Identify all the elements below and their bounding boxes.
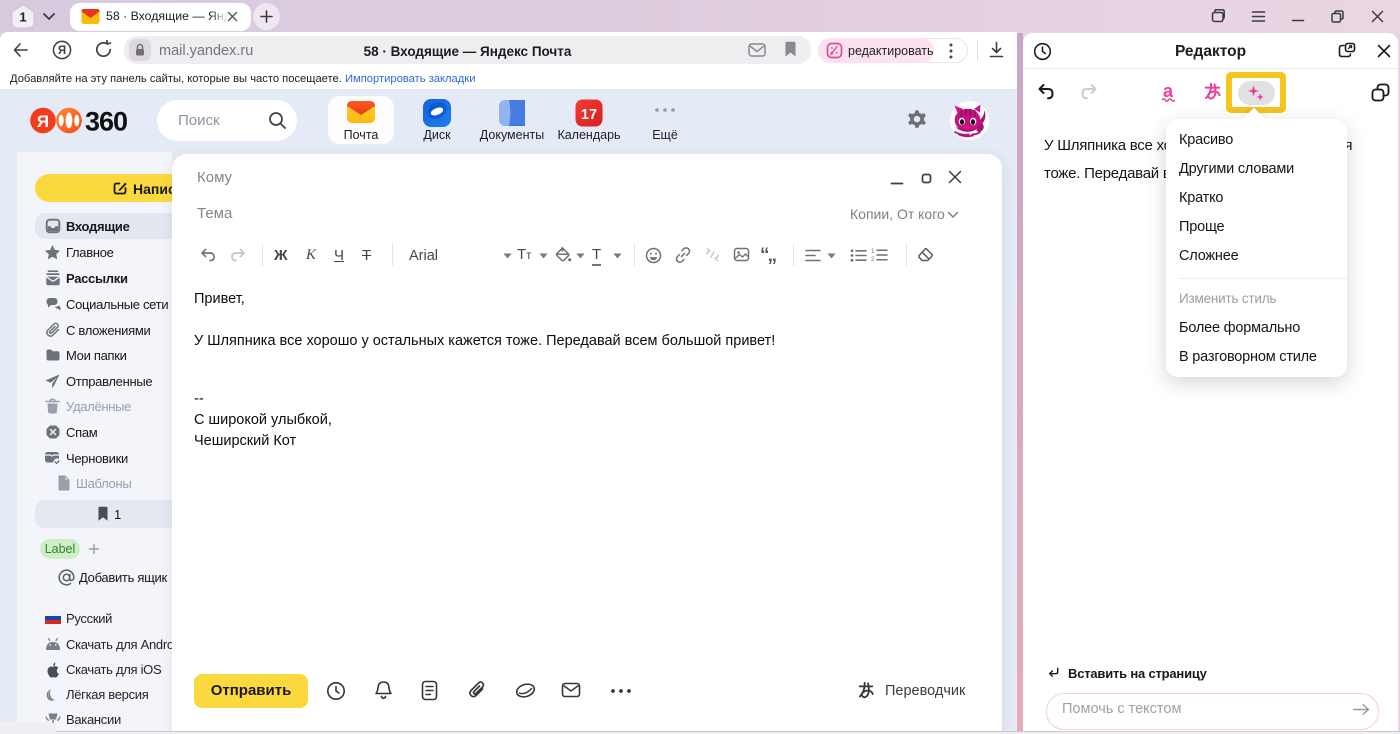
svg-text:1: 1: [19, 10, 26, 25]
svg-text:Я: Я: [58, 45, 66, 57]
svg-text:17: 17: [581, 107, 597, 123]
svg-text:2: 2: [871, 257, 875, 262]
svg-text:Я: Я: [37, 112, 49, 131]
svg-text:1: 1: [871, 249, 875, 255]
svg-text:360: 360: [85, 107, 127, 134]
